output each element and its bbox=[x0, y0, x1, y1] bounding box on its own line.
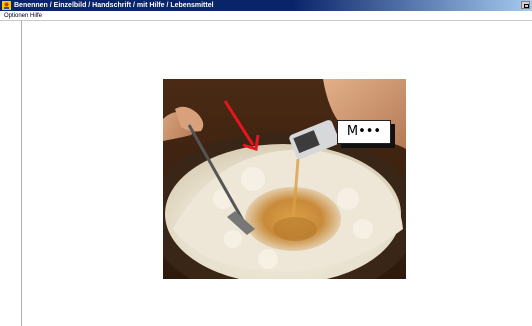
word-hint-text: M••• bbox=[346, 124, 382, 139]
menu-optionen-label: Optionen bbox=[4, 13, 29, 19]
menu-optionen[interactable]: Optionen bbox=[2, 11, 30, 21]
maximize-button[interactable] bbox=[521, 1, 530, 9]
left-divider bbox=[21, 21, 22, 326]
flour-mixing-photo bbox=[163, 79, 406, 279]
menu-hilfe[interactable]: Hilfe bbox=[28, 11, 44, 21]
menu-bar: Optionen Hilfe bbox=[0, 11, 532, 21]
app-icon bbox=[2, 1, 11, 10]
menu-hilfe-label: Hilfe bbox=[30, 13, 43, 19]
window-title: Benennen / Einzelbild / Handschrift / mi… bbox=[14, 2, 214, 9]
window-title-bar: Benennen / Einzelbild / Handschrift / mi… bbox=[0, 0, 532, 11]
word-hint-box: M••• bbox=[337, 120, 391, 144]
